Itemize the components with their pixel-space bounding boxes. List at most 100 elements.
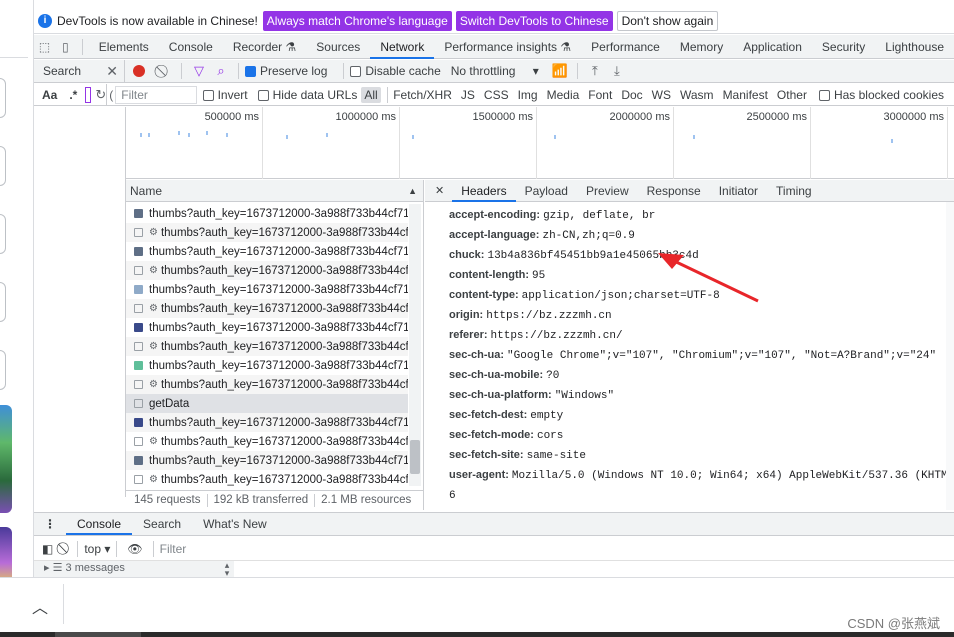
page-card[interactable] [0, 214, 6, 254]
name-column-header[interactable]: Name ▲ [126, 180, 423, 202]
type-filter-font[interactable]: Font [585, 87, 615, 103]
type-filter-fetch-xhr[interactable]: Fetch/XHR [390, 87, 455, 103]
hide-data-urls-toggle[interactable]: Hide data URLs [257, 88, 357, 102]
dont-show-again-button[interactable]: Don't show again [616, 10, 719, 31]
tab-sources[interactable]: Sources [306, 35, 370, 59]
type-filter-manifest[interactable]: Manifest [720, 87, 771, 103]
request-list-scrollbar[interactable] [409, 204, 421, 486]
checkbox[interactable] [257, 89, 269, 101]
watermark: CSDN @张燕斌 [847, 616, 940, 631]
table-row[interactable]: ⚙ thumbs?auth_key=1673712000-3a988f733b44… [126, 223, 408, 242]
table-row[interactable]: thumbs?auth_key=1673712000-3a988f733b44c… [126, 451, 408, 470]
inspect-element-icon[interactable]: ⬚ [34, 40, 55, 54]
tab-elements[interactable]: Elements [89, 35, 159, 59]
type-filter-all[interactable]: All [361, 86, 381, 103]
filter-icon[interactable]: ▽ [188, 63, 210, 79]
invert-toggle[interactable]: Invert [202, 88, 248, 102]
context-selector[interactable]: top ▾ [84, 542, 110, 556]
chevron-up-icon[interactable]: ︿ [28, 594, 52, 618]
network-conditions-icon[interactable]: 📶 [549, 63, 571, 79]
tab-application[interactable]: Application [733, 35, 812, 59]
clear-console-icon[interactable]: ⃠ [59, 541, 71, 556]
tab-preview[interactable]: Preview [577, 180, 638, 202]
tab-console[interactable]: Console [159, 35, 223, 59]
type-filter-ws[interactable]: WS [649, 87, 674, 103]
export-har-icon[interactable]: ⤓ [606, 63, 628, 79]
throttling-select[interactable]: No throttling ▾ [451, 64, 539, 78]
console-filter-input[interactable]: Filter [160, 542, 187, 556]
checkbox-checked[interactable] [245, 66, 256, 78]
has-blocked-cookies-toggle[interactable]: Has blocked cookies [818, 88, 944, 102]
disable-cache-toggle[interactable]: Disable cache [350, 64, 441, 78]
device-toolbar-icon[interactable]: ▯ [55, 40, 76, 54]
table-row[interactable]: ⚙ thumbs?auth_key=1673712000-3a988f733b44… [126, 299, 408, 318]
page-card[interactable] [0, 282, 6, 322]
close-details-icon[interactable]: ✕ [425, 184, 452, 197]
table-row[interactable]: thumbs?auth_key=1673712000-3a988f733b44c… [126, 413, 408, 432]
details-scrollbar[interactable] [946, 202, 954, 510]
tab-initiator[interactable]: Initiator [710, 180, 767, 202]
table-row[interactable]: thumbs?auth_key=1673712000-3a988f733b44c… [126, 356, 408, 375]
refresh-search-icon[interactable]: ( [109, 88, 113, 102]
console-resize-handle[interactable]: ▴ ▾ [220, 561, 234, 578]
tab-performance-insights[interactable]: Performance insights ⚗ [434, 35, 581, 59]
tab-memory[interactable]: Memory [670, 35, 733, 59]
match-case-button[interactable]: Aa [42, 88, 57, 102]
console-messages-summary[interactable]: ▸ ☰ 3 messages [34, 561, 234, 577]
console-sidebar-icon[interactable]: ◧ [34, 542, 59, 556]
tab-network[interactable]: Network [370, 35, 435, 59]
tab-performance[interactable]: Performance [581, 35, 670, 59]
table-row[interactable]: thumbs?auth_key=1673712000-3a988f733b44c… [126, 280, 408, 299]
match-language-button[interactable]: Always match Chrome's language [262, 10, 452, 31]
table-row[interactable]: thumbs?auth_key=1673712000-3a988f733b44c… [126, 242, 408, 261]
tab-security[interactable]: Security [812, 35, 875, 59]
checkbox[interactable] [350, 66, 362, 78]
checkbox[interactable] [202, 89, 214, 101]
drawer-tab-whats-new[interactable]: What's New [192, 513, 278, 535]
search-icon[interactable]: ⌕ [210, 63, 232, 79]
tab-headers[interactable]: Headers [452, 180, 516, 202]
table-row[interactable]: ⚙ thumbs?auth_key=1673712000-3a988f733b44… [126, 337, 408, 356]
page-card[interactable] [0, 78, 6, 118]
close-icon[interactable]: ✕ [106, 63, 118, 80]
wallpaper-thumbnail[interactable] [0, 405, 12, 513]
table-row[interactable]: ⚙ thumbs?auth_key=1673712000-3a988f733b44… [126, 375, 408, 394]
tab-payload[interactable]: Payload [516, 180, 577, 202]
table-row[interactable]: getData [126, 394, 408, 413]
refresh-icon[interactable]: ↻ [95, 87, 106, 103]
tab-timing[interactable]: Timing [767, 180, 821, 202]
type-filter-js[interactable]: JS [458, 87, 478, 103]
preserve-log-toggle[interactable]: Preserve log [245, 64, 327, 78]
type-filter-wasm[interactable]: Wasm [677, 87, 717, 103]
table-row[interactable]: ⚙ thumbs?auth_key=1673712000-3a988f733b44… [126, 261, 408, 280]
record-button[interactable] [133, 65, 145, 77]
drawer-menu-icon[interactable]: ⋮ [34, 517, 66, 531]
type-filter-css[interactable]: CSS [481, 87, 512, 103]
checkbox[interactable] [818, 89, 830, 101]
taskbar-active-item[interactable] [55, 632, 141, 637]
table-row[interactable]: thumbs?auth_key=1673712000-3a988f733b44c… [126, 204, 408, 223]
scrollbar-thumb[interactable] [410, 440, 420, 474]
network-overview[interactable]: 500000 ms 1000000 ms 1500000 ms 2000000 … [126, 107, 954, 179]
page-card[interactable] [0, 350, 6, 390]
tab-response[interactable]: Response [638, 180, 710, 202]
search-input-cursor[interactable] [85, 86, 92, 103]
live-expression-eye-icon[interactable]: 👁 [123, 542, 146, 556]
tab-lighthouse[interactable]: Lighthouse [875, 35, 954, 59]
type-filter-media[interactable]: Media [544, 87, 583, 103]
table-row[interactable]: thumbs?auth_key=1673712000-3a988f733b44c… [126, 318, 408, 337]
clear-icon[interactable]: ⃠ [153, 63, 175, 79]
filter-input[interactable]: Filter [115, 85, 197, 104]
type-filter-other[interactable]: Other [774, 87, 810, 103]
drawer-tab-console[interactable]: Console [66, 513, 133, 535]
page-card[interactable] [0, 146, 6, 186]
type-filter-img[interactable]: Img [515, 87, 541, 103]
table-row[interactable]: ⚙ thumbs?auth_key=1673712000-3a988f733b44… [126, 432, 408, 451]
tab-recorder[interactable]: Recorder ⚗ [223, 35, 306, 59]
import-har-icon[interactable]: ⤒ [584, 63, 606, 79]
table-row[interactable]: ⚙ thumbs?auth_key=1673712000-3a988f733b44… [126, 470, 408, 489]
drawer-tab-search[interactable]: Search [132, 513, 192, 535]
switch-to-chinese-button[interactable]: Switch DevTools to Chinese [455, 10, 613, 31]
type-filter-doc[interactable]: Doc [618, 87, 645, 103]
regex-button[interactable]: .* [69, 88, 77, 102]
